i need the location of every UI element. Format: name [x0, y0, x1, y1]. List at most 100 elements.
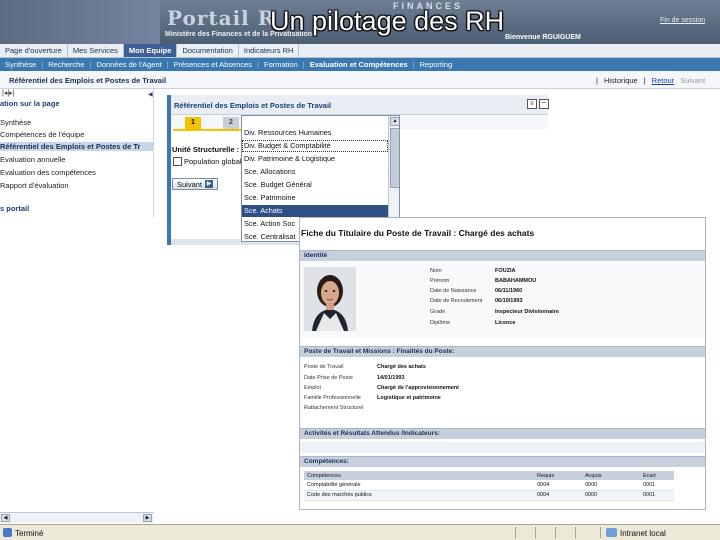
separator-icon: |	[596, 76, 598, 85]
tab-indicateurs-rh[interactable]: Indicateurs RH	[239, 44, 300, 57]
history-navigation: | Historique | Retour Suivant	[596, 76, 705, 85]
identity-label: Diplôme	[430, 320, 451, 326]
nav-item-evaluation-annuelle[interactable]: Evaluation annuelle	[0, 155, 154, 164]
skills-section-label: Compétences:	[304, 458, 349, 465]
nav-item-synthese[interactable]: Synthèse	[0, 118, 154, 127]
column-header: Requis	[534, 471, 582, 480]
sub-navigation: Synthèse | Recherche | Données de l'Agent |…	[0, 58, 720, 71]
subtab-presences-absences[interactable]: Présences et Absences	[169, 58, 257, 71]
dropdown-option[interactable]: Div. Budget & Comptabilité	[242, 140, 388, 152]
dropdown-option-selected[interactable]: Sce. Achats	[242, 205, 388, 217]
unit-label: Unité Structurelle :	[172, 145, 240, 154]
dropdown-option[interactable]: Sce. Patrimoine	[242, 192, 388, 204]
post-label: Emploi	[304, 385, 321, 391]
table-row: Code des marchés publics 0004 0000 0001	[304, 490, 674, 501]
subtab-evaluation-competences[interactable]: Evaluation et Compétences	[305, 58, 413, 71]
dropdown-option[interactable]: Sce. Allocations	[242, 166, 388, 178]
scroll-left-icon[interactable]: ◀	[1, 514, 10, 522]
table-cell: 0000	[582, 490, 640, 501]
portal-banner: Portail R FINANCES Ministère des Finance…	[0, 0, 720, 44]
top-navigation: Page d'ouverture Mes Services Mon Equipe…	[0, 44, 720, 58]
next-button[interactable]: Suivant ▶	[172, 178, 219, 190]
table-cell: 0004	[534, 480, 582, 491]
tab-documentation[interactable]: Documentation	[177, 44, 239, 57]
next-button-label: Suivant	[177, 179, 203, 189]
table-cell: 0001	[640, 480, 674, 491]
table-cell: 0001	[640, 490, 674, 501]
subtab-recherche[interactable]: Recherche	[43, 58, 89, 71]
horizontal-scrollbar[interactable]: ◀ ▶	[0, 512, 154, 523]
banner-decoration	[0, 0, 160, 44]
population-globale-checkbox[interactable]	[173, 157, 182, 166]
table-cell: Code des marchés publics	[304, 490, 534, 501]
collapse-triangle-icon[interactable]: ◀	[148, 91, 153, 98]
subtab-donnees-agent[interactable]: Données de l'Agent	[91, 58, 166, 71]
table-cell: Comptabilité générale	[304, 480, 534, 491]
scroll-right-icon[interactable]: ▶	[143, 514, 152, 522]
identity-value: 06/11/1960	[495, 288, 523, 294]
subtab-synthese[interactable]: Synthèse	[0, 58, 41, 71]
identity-value: FOUZIA	[495, 268, 516, 274]
activities-area	[300, 442, 705, 453]
scroll-up-icon[interactable]: ▲	[390, 117, 399, 126]
identity-section-header: Identité	[300, 250, 705, 261]
minimize-icon[interactable]: –	[539, 99, 549, 109]
skills-section-header: Compétences:	[300, 456, 705, 467]
nav-section-title[interactable]: ation sur la page	[0, 99, 154, 108]
identity-value: Licence	[495, 320, 516, 326]
identity-label: Date de Recrutement	[430, 298, 483, 304]
dropdown-option[interactable]: Div. Patrimoine & Logistique	[242, 153, 388, 165]
subtab-reporting[interactable]: Reporting	[415, 58, 458, 71]
dropdown-option[interactable]: Sce. Budget Général	[242, 179, 388, 191]
tab-page-ouverture[interactable]: Page d'ouverture	[0, 44, 68, 57]
tab-mon-equipe[interactable]: Mon Equipe	[123, 44, 178, 57]
status-cell	[535, 527, 553, 538]
identity-value: BABAHAMMOU	[495, 278, 537, 284]
identity-section-label: Identité	[304, 252, 328, 259]
post-label: Poste de Travail	[304, 364, 344, 370]
post-section-header: Poste de Travail et Missions : Finalités…	[300, 346, 705, 357]
post-value: Logistique et patrimoine	[377, 395, 441, 401]
table-cell: 0000	[582, 480, 640, 491]
back-link[interactable]: Retour	[652, 76, 675, 85]
status-text: Terminé	[15, 529, 44, 538]
nav-item-rapport-evaluation[interactable]: Rapport d'évaluation	[0, 181, 154, 190]
page-header: Référentiel des Emplois et Postes de Tra…	[0, 71, 720, 89]
history-menu[interactable]: Historique	[604, 76, 638, 85]
skills-table: Compétences Requis Acquis Ecart Comptabi…	[304, 471, 674, 501]
post-label: Date Prise de Poste	[304, 375, 353, 381]
logout-link[interactable]: Fin de session	[660, 17, 705, 24]
roadmap-step-2[interactable]: 2	[223, 117, 239, 129]
job-holder-card: Fiche du Titulaire du Poste de Travail :…	[299, 217, 706, 510]
separator-icon: |	[643, 76, 646, 85]
portal-logo: Portail R	[167, 6, 276, 30]
nav-section-portal[interactable]: s portail	[0, 204, 154, 213]
panel-menu-icon[interactable]: ≡	[527, 99, 537, 109]
dropdown-option[interactable]: Div. Ressources Humaines	[242, 127, 388, 139]
column-header: Acquis	[582, 471, 640, 480]
roadmap-step-1[interactable]: 1	[185, 117, 201, 129]
tab-mes-services[interactable]: Mes Services	[68, 44, 124, 57]
identity-value: Inspecteur Divisionnaire	[495, 309, 559, 315]
panel-header: Référentiel des Emplois et Postes de Tra…	[171, 95, 549, 115]
nav-toggle-buttons[interactable]: |◂|▸|	[2, 89, 14, 97]
post-value: Chargé des achats	[377, 364, 426, 370]
population-globale-label: Population globale	[184, 157, 246, 166]
panel-title: Référentiel des Emplois et Postes de Tra…	[174, 101, 332, 110]
subtab-formation[interactable]: Formation	[259, 58, 303, 71]
next-link[interactable]: Suivant	[680, 76, 705, 85]
intranet-zone-icon	[606, 528, 617, 537]
scroll-thumb[interactable]	[390, 128, 399, 188]
status-cell	[575, 527, 593, 538]
card-title: Fiche du Titulaire du Poste de Travail :…	[301, 228, 535, 238]
table-cell: 0004	[534, 490, 582, 501]
post-value: Chargé de l'approvisionnement	[377, 385, 459, 391]
nav-item-competences-equipe[interactable]: Compétences de l'équipe	[0, 130, 154, 139]
nav-item-referentiel[interactable]: Référentiel des Emplois et Postes de Tr	[0, 142, 154, 151]
person-photo-icon	[304, 267, 356, 331]
nav-item-evaluation-competences[interactable]: Evaluation des compétences	[0, 168, 154, 177]
roadmap-progress-line	[173, 129, 248, 131]
activities-section-label: Activités et Résultats Attendus /Indicat…	[304, 430, 440, 437]
post-value: 14/01/1993	[377, 375, 405, 381]
post-label: Famille Professionnelle	[304, 395, 361, 401]
